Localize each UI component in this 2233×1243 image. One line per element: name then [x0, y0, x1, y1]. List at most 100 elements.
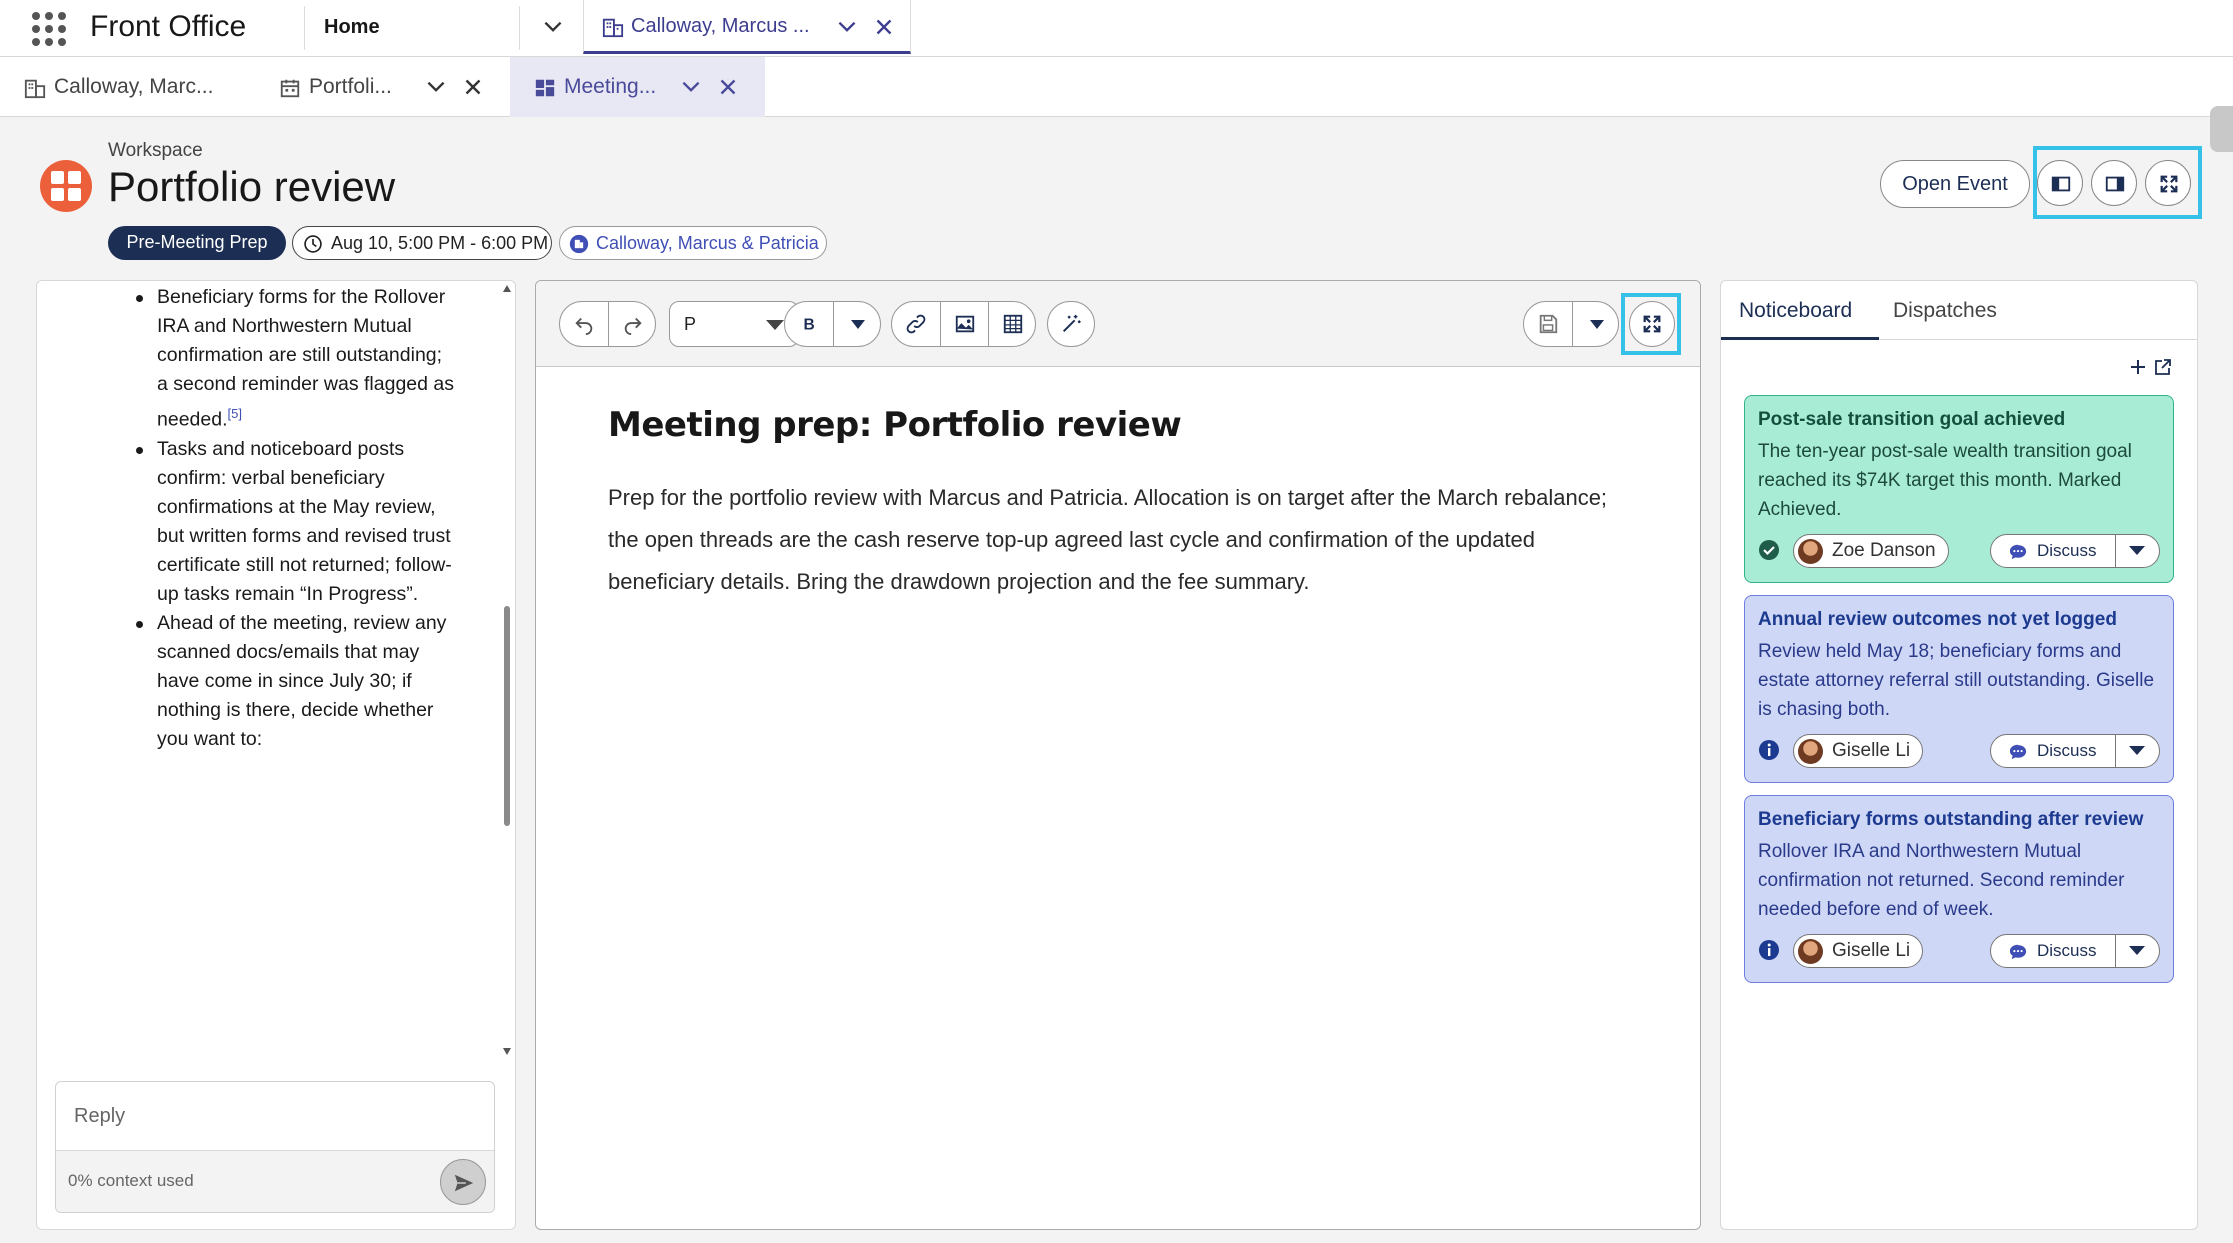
discuss-label: Discuss: [2037, 941, 2097, 960]
account-name: Calloway, Marcus & Patricia: [596, 233, 819, 253]
event-time-pill[interactable]: Aug 10, 5:00 PM - 6:00 PM: [292, 226, 552, 260]
author-chip[interactable]: Zoe Danson: [1793, 534, 1949, 568]
insert-image-button[interactable]: [941, 302, 988, 346]
divider: [2115, 735, 2116, 767]
chevron-down-icon[interactable]: [423, 74, 449, 100]
tab-noticeboard[interactable]: Noticeboard: [1739, 299, 1852, 323]
ai-group: [1047, 301, 1095, 347]
undo-button[interactable]: [560, 302, 608, 346]
notice-card[interactable]: Beneficiary forms outstanding after revi…: [1744, 795, 2174, 983]
chevron-down-icon[interactable]: [678, 74, 704, 100]
assistant-panel: Beneficiary forms for the Rollover IRA a…: [36, 280, 516, 1230]
document-body[interactable]: Prep for the portfolio review with Marcu…: [608, 477, 1638, 603]
notice-title: Post-sale transition goal achieved: [1758, 409, 2066, 430]
subtab-account[interactable]: Calloway, Marc...: [0, 57, 250, 117]
app-name: Front Office: [90, 10, 247, 43]
format-more-button[interactable]: [834, 302, 880, 346]
open-event-button[interactable]: Open Event: [1880, 160, 2030, 208]
notice-body: Rollover IRA and Northwestern Mutual con…: [1758, 841, 2125, 920]
caret-down-icon[interactable]: [2129, 746, 2145, 755]
image-icon: [955, 315, 974, 333]
assistant-response[interactable]: Beneficiary forms for the Rollover IRA a…: [37, 281, 515, 1063]
toggle-right-panel-button[interactable]: [2091, 160, 2137, 206]
history-group: [559, 301, 656, 347]
close-icon[interactable]: [871, 14, 897, 40]
author-chip[interactable]: Giselle Li: [1793, 934, 1924, 968]
building-icon: [602, 18, 624, 38]
notice-title: Beneficiary forms outstanding after revi…: [1758, 809, 2144, 830]
response-list: Beneficiary forms for the Rollover IRA a…: [136, 283, 457, 754]
subtab-meeting-workspace[interactable]: Meeting...: [510, 57, 765, 117]
notice-body: The ten-year post-sale wealth transition…: [1758, 441, 2132, 520]
divider: [519, 6, 520, 50]
scrollbar-thumb[interactable]: [504, 606, 510, 826]
insert-table-button[interactable]: [989, 302, 1035, 346]
expand-editor-button[interactable]: [1630, 302, 1674, 346]
redo-icon: [624, 317, 642, 335]
send-icon: [454, 1174, 474, 1192]
bold-button[interactable]: B: [785, 302, 833, 346]
app-launcher-icon[interactable]: [32, 12, 66, 46]
account-pill[interactable]: Calloway, Marcus & Patricia: [559, 226, 827, 260]
insert-link-button[interactable]: [892, 302, 940, 346]
dropdown-arrow-icon: [766, 320, 784, 330]
close-icon[interactable]: [715, 74, 741, 100]
building-icon: [24, 79, 46, 99]
expand-editor-group: [1629, 301, 1675, 347]
chevron-down-icon[interactable]: [540, 14, 566, 40]
divider: [304, 6, 305, 50]
page-title: Portfolio review: [108, 163, 396, 210]
paragraph-style-select[interactable]: P: [669, 301, 799, 347]
save-button[interactable]: [1524, 302, 1572, 346]
expand-workspace-button[interactable]: [2145, 160, 2191, 206]
active-tab-indicator: [1721, 337, 1879, 340]
ai-assist-button[interactable]: [1048, 302, 1094, 346]
add-post-icon[interactable]: [2128, 357, 2148, 377]
close-icon[interactable]: [460, 74, 486, 100]
scroll-up-icon[interactable]: [503, 285, 511, 292]
tab-home[interactable]: Home: [324, 16, 380, 39]
format-group: B: [784, 301, 881, 347]
redo-button[interactable]: [609, 302, 655, 346]
info-circle-icon: [1759, 740, 1779, 760]
reply-input[interactable]: [56, 1082, 494, 1150]
subtab-event[interactable]: Portfoli...: [265, 57, 505, 117]
chevron-down-icon[interactable]: [834, 14, 860, 40]
caret-down-icon[interactable]: [2129, 946, 2145, 955]
activity-panel: Noticeboard Dispatches Post-sale transit…: [1720, 280, 2198, 1230]
toggle-left-panel-button[interactable]: [2037, 160, 2083, 206]
tab-label: Calloway, Marcus ...: [631, 15, 810, 37]
scroll-down-icon[interactable]: [503, 1048, 511, 1055]
tab-dispatches[interactable]: Dispatches: [1893, 299, 1997, 323]
discuss-button[interactable]: Discuss: [1990, 734, 2160, 768]
author-chip[interactable]: Giselle Li: [1793, 734, 1924, 768]
top-bar: Front Office Home Calloway, Marcus ...: [0, 0, 2233, 57]
send-button[interactable]: [440, 1159, 486, 1205]
svg-text:B: B: [804, 317, 815, 334]
expand-icon: [1643, 315, 1661, 333]
avatar: [1798, 939, 1823, 964]
notice-title: Annual review outcomes not yet logged: [1758, 609, 2117, 630]
save-group: [1523, 301, 1619, 347]
citation-link[interactable]: [5]: [228, 406, 242, 421]
document-title[interactable]: Meeting prep: Portfolio review: [608, 405, 1182, 445]
notice-card[interactable]: Post-sale transition goal achieved The t…: [1744, 395, 2174, 583]
context-usage: 0% context used: [68, 1171, 194, 1190]
tab-account-calloway[interactable]: Calloway, Marcus ...: [583, 0, 911, 54]
caret-down-icon[interactable]: [2129, 546, 2145, 555]
subtab-label: Portfoli...: [309, 75, 392, 98]
reply-composer: 0% context used: [55, 1081, 495, 1213]
discuss-button[interactable]: Discuss: [1990, 934, 2160, 968]
chat-bubble-icon: [2009, 544, 2027, 560]
utility-panel-handle[interactable]: [2210, 106, 2233, 152]
avatar: [1798, 539, 1823, 564]
notice-card[interactable]: Annual review outcomes not yet logged Re…: [1744, 595, 2174, 783]
info-circle-icon: [1759, 940, 1779, 960]
popout-icon[interactable]: [2153, 357, 2173, 377]
save-options-button[interactable]: [1573, 302, 1618, 346]
expand-icon: [2160, 175, 2178, 193]
discuss-button[interactable]: Discuss: [1990, 534, 2160, 568]
magic-wand-icon: [1062, 314, 1081, 333]
event-time: Aug 10, 5:00 PM - 6:00 PM: [331, 233, 549, 253]
scrollbar[interactable]: [499, 281, 515, 1063]
